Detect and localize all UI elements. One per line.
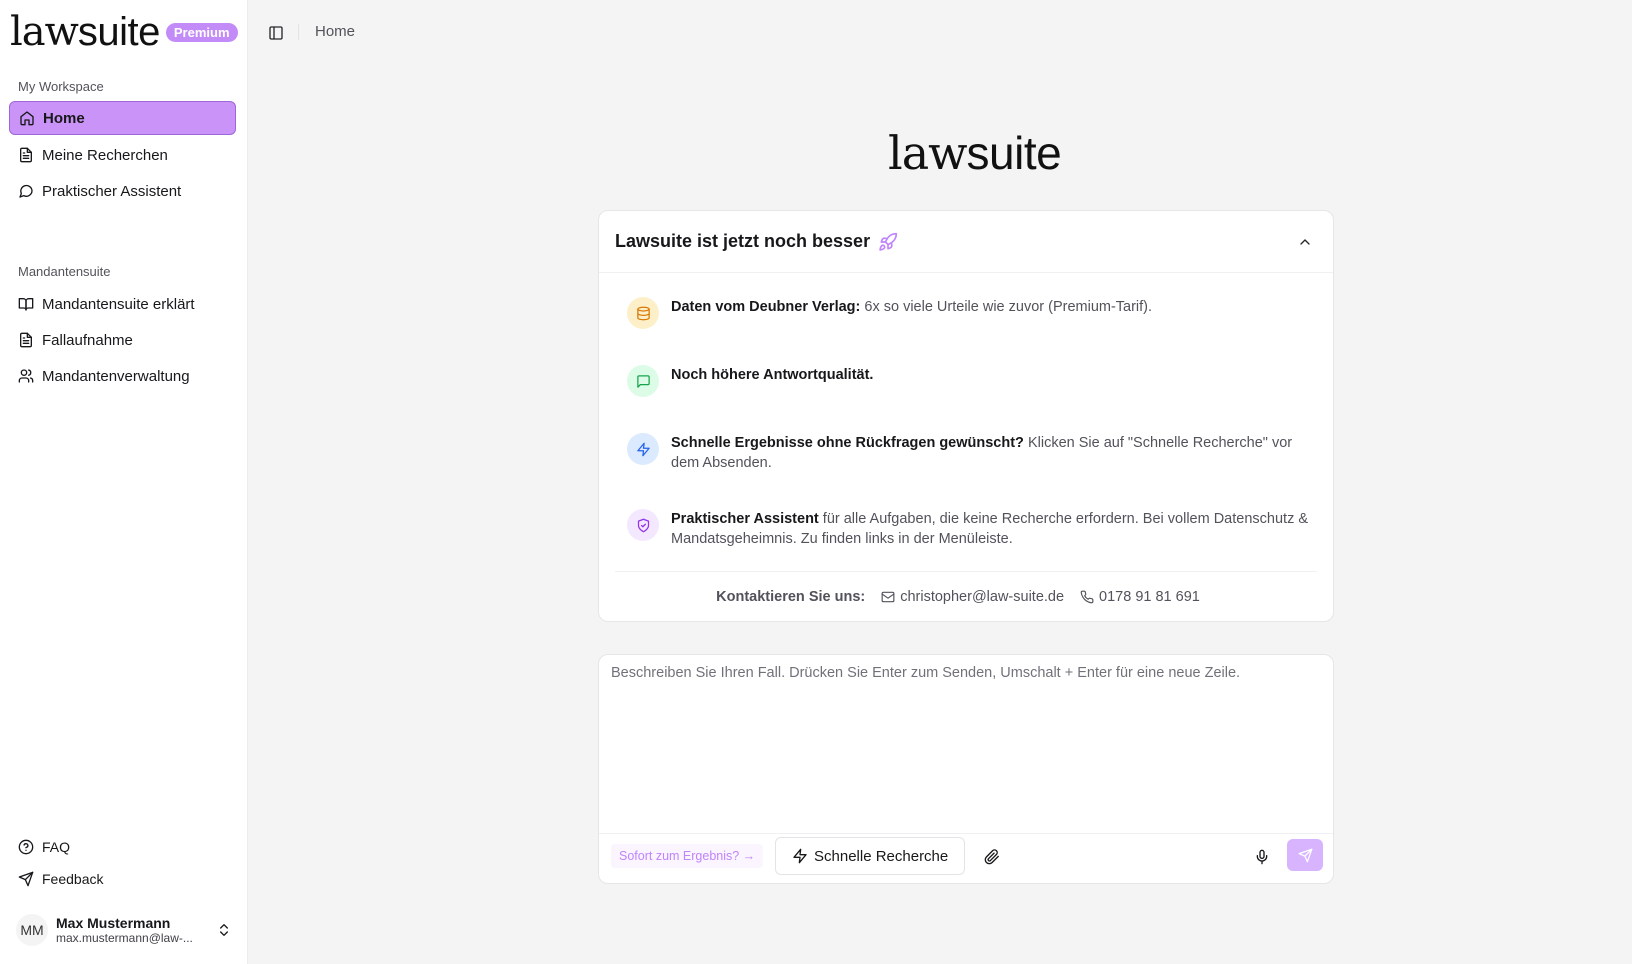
sidebar-item-mandantensuite-erklaert[interactable]: Mandantensuite erklärt <box>9 287 236 321</box>
mandantensuite-section-label: Mandantensuite <box>18 264 111 279</box>
user-menu[interactable]: MM Max Mustermann max.mustermann@law-... <box>16 914 232 946</box>
user-info: Max Mustermann max.mustermann@law-... <box>56 915 216 945</box>
feature-item: Schnelle Ergebnisse ohne Rückfragen gewü… <box>627 433 1317 473</box>
breadcrumb: Home <box>315 23 356 40</box>
shield-check-icon <box>627 509 659 541</box>
announcement-card: Lawsuite ist jetzt noch besser Daten vom… <box>598 210 1334 622</box>
sidebar-item-label: Fallaufnahme <box>42 331 133 349</box>
chat-icon <box>18 183 34 199</box>
mail-icon <box>881 590 895 604</box>
chevrons-up-down-icon <box>216 922 232 938</box>
center-logo: lawsuite <box>888 126 1062 180</box>
contact-email: christopher@law-suite.de <box>900 588 1065 605</box>
sidebar-item-label: Praktischer Assistent <box>42 182 182 200</box>
zap-icon <box>627 433 659 465</box>
feature-text: Daten vom Deubner Verlag: 6x so viele Ur… <box>671 299 1153 315</box>
contact-phone: 0178 91 81 691 <box>1099 588 1200 605</box>
chevron-up-icon <box>1297 234 1313 250</box>
sidebar-item-mandantenverwaltung[interactable]: Mandantenverwaltung <box>9 359 236 393</box>
divider <box>298 24 299 40</box>
sidebar: lawsuite Premium My Workspace Home Meine… <box>0 0 248 964</box>
instant-result-hint[interactable]: Sofort zum Ergebnis? → <box>611 844 764 868</box>
feature-text: Schnelle Ergebnisse ohne Rückfragen gewü… <box>671 435 1293 471</box>
collapse-button[interactable] <box>1295 232 1315 252</box>
sidebar-item-label: FAQ <box>42 839 71 855</box>
announcement-header: Lawsuite ist jetzt noch besser <box>599 211 1333 273</box>
sidebar-item-faq[interactable]: FAQ <box>18 839 70 855</box>
send-button[interactable] <box>1287 839 1323 871</box>
message-square-icon <box>627 365 659 397</box>
composer-toolbar: Sofort zum Ergebnis? → Schnelle Recherch… <box>599 833 1333 883</box>
sidebar-item-label: Mandantensuite erklärt <box>42 295 195 313</box>
panel-left-icon <box>268 25 284 41</box>
quick-research-button[interactable]: Schnelle Recherche <box>775 837 966 875</box>
paperclip-icon <box>984 849 1000 865</box>
contact-label: Kontaktieren Sie uns: <box>716 588 866 605</box>
premium-badge: Premium <box>165 22 238 42</box>
feature-item: Praktischer Assistent für alle Aufgaben,… <box>627 509 1317 549</box>
user-email: max.mustermann@law-... <box>56 931 193 945</box>
sidebar-item-label: Mandantenverwaltung <box>42 367 190 385</box>
document-icon <box>18 332 34 348</box>
database-icon <box>627 297 659 329</box>
send-icon <box>1298 848 1313 863</box>
feature-text: Noch höhere Antwortqualität. <box>671 367 874 383</box>
sidebar-item-label: Meine Recherchen <box>42 146 168 164</box>
feature-item: Daten vom Deubner Verlag: 6x so viele Ur… <box>627 297 1317 329</box>
users-icon <box>18 368 34 384</box>
workspace-section-label: My Workspace <box>18 79 104 94</box>
sidebar-item-fallaufnahme[interactable]: Fallaufnahme <box>9 323 236 357</box>
sidebar-item-home[interactable]: Home <box>9 101 236 135</box>
help-circle-icon <box>18 839 34 855</box>
brand-logo: lawsuite <box>10 9 160 55</box>
sidebar-item-label: Feedback <box>42 871 104 887</box>
contact-phone-link[interactable]: 0178 91 81 691 <box>1080 589 1200 605</box>
sidebar-item-meine-recherchen[interactable]: Meine Recherchen <box>9 138 236 172</box>
composer: Sofort zum Ergebnis? → Schnelle Recherch… <box>598 654 1334 884</box>
sidebar-toggle-button[interactable] <box>266 23 286 43</box>
home-icon <box>19 110 35 126</box>
contact-row: Kontaktieren Sie uns: christopher@law-su… <box>615 571 1317 621</box>
book-open-icon <box>18 296 34 312</box>
announcement-title: Lawsuite ist jetzt noch besser <box>615 231 871 251</box>
case-input[interactable] <box>611 665 1321 825</box>
attach-button[interactable] <box>981 846 1003 868</box>
contact-email-link[interactable]: christopher@law-suite.de <box>881 589 1064 605</box>
document-icon <box>18 147 34 163</box>
send-icon <box>18 871 34 887</box>
feature-text: Praktischer Assistent für alle Aufgaben,… <box>671 511 1309 547</box>
phone-icon <box>1080 590 1094 604</box>
sidebar-item-feedback[interactable]: Feedback <box>18 871 103 887</box>
brand[interactable]: lawsuite Premium <box>10 8 238 56</box>
microphone-button[interactable] <box>1251 846 1273 868</box>
avatar: MM <box>16 914 48 946</box>
rocket-icon <box>878 232 898 252</box>
user-name: Max Mustermann <box>56 915 171 931</box>
sidebar-item-label: Home <box>43 109 85 127</box>
microphone-icon <box>1254 849 1270 865</box>
zap-icon <box>792 848 808 864</box>
feature-item: Noch höhere Antwortqualität. <box>627 365 1317 397</box>
quick-research-label: Schnelle Recherche <box>814 847 949 865</box>
sidebar-item-praktischer-assistent[interactable]: Praktischer Assistent <box>9 174 236 208</box>
